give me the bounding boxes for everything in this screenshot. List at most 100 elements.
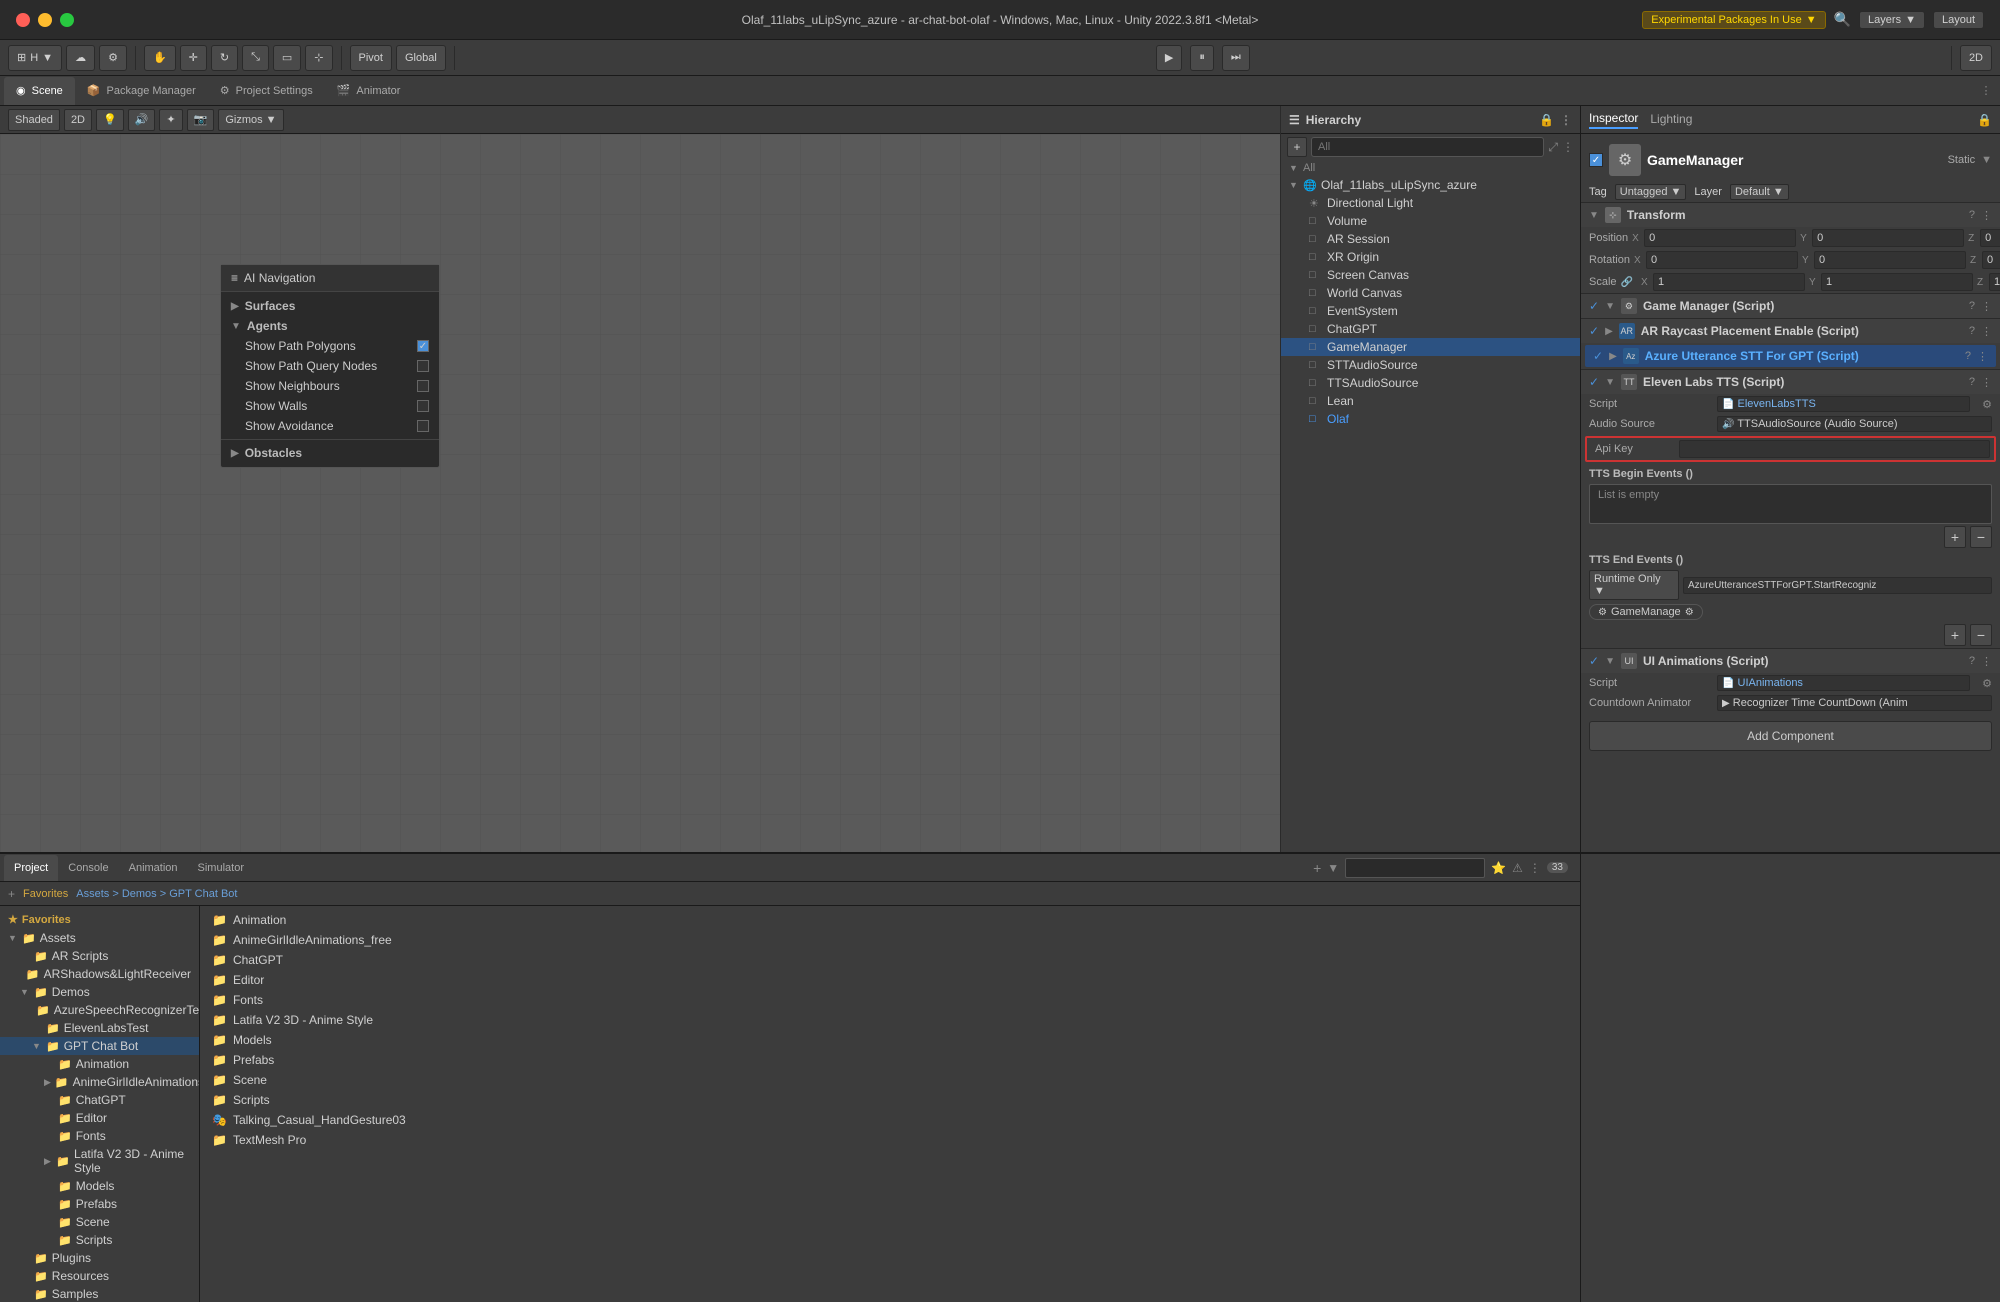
- tab-simulator[interactable]: Simulator: [188, 855, 254, 881]
- path-query-check[interactable]: [417, 360, 429, 372]
- h-item-chatgpt[interactable]: □ ChatGPT: [1281, 320, 1580, 338]
- pf-prefabs[interactable]: 📁 Prefabs: [204, 1050, 1576, 1070]
- pt-latifa[interactable]: ▶ 📁 Latifa V2 3D - Anime Style: [0, 1145, 199, 1177]
- pt-samples[interactable]: 📁 Samples: [0, 1285, 199, 1302]
- alert-icon[interactable]: ⚠: [1512, 861, 1523, 875]
- tab-package-manager[interactable]: 📦 Package Manager: [75, 77, 208, 105]
- pause-btn[interactable]: ⏸: [1190, 45, 1214, 71]
- ai-nav-surfaces[interactable]: ▶ Surfaces: [221, 296, 439, 316]
- pf-scripts[interactable]: 📁 Scripts: [204, 1090, 1576, 1110]
- hierarchy-search[interactable]: [1311, 137, 1544, 157]
- pivot-btn[interactable]: Pivot: [350, 45, 392, 71]
- tts-end-remove-btn[interactable]: −: [1970, 624, 1992, 646]
- ai-nav-dropdown[interactable]: ≡ AI Navigation ▶ Surfaces ▼ Agents Show…: [220, 264, 440, 468]
- tab-console[interactable]: Console: [58, 855, 118, 881]
- h-item-ar-session[interactable]: □ AR Session: [1281, 230, 1580, 248]
- position-y[interactable]: [1812, 229, 1964, 247]
- pf-animation[interactable]: 📁 Animation: [204, 910, 1576, 930]
- tag-dropdown[interactable]: Untagged ▼: [1615, 184, 1687, 200]
- layers-button[interactable]: Layers ▼: [1859, 11, 1925, 29]
- game-manager-chip[interactable]: ⚙ GameManage ⚙: [1589, 604, 1703, 620]
- tab-animator[interactable]: 🎬 Animator: [325, 77, 413, 105]
- pf-editor[interactable]: 📁 Editor: [204, 970, 1576, 990]
- hierarchy-lock-icon[interactable]: 🔒: [1539, 113, 1554, 127]
- pt-arshadows[interactable]: 📁 ARShadows&LightReceiver: [0, 965, 199, 983]
- pt-scripts[interactable]: 📁 Scripts: [0, 1231, 199, 1249]
- pt-fonts[interactable]: 📁 Fonts: [0, 1127, 199, 1145]
- gizmos-btn[interactable]: Gizmos ▼: [218, 109, 283, 131]
- h-item-world-canvas[interactable]: □ World Canvas: [1281, 284, 1580, 302]
- eleven-labs-component[interactable]: ✓ ▼ TT Eleven Labs TTS (Script) ? ⋮: [1581, 369, 2000, 394]
- inspector-tab-lighting[interactable]: Lighting: [1650, 112, 1692, 128]
- rect-tool[interactable]: ▭: [273, 45, 301, 71]
- 2d-view-btn[interactable]: 2D: [64, 109, 92, 131]
- layer-dropdown[interactable]: Default ▼: [1730, 184, 1789, 200]
- pt-chatgpt[interactable]: 📁 ChatGPT: [0, 1091, 199, 1109]
- experimental-packages-btn[interactable]: Experimental Packages In Use ▼: [1642, 11, 1825, 29]
- ai-nav-show-path-polygons[interactable]: Show Path Polygons ✓: [221, 336, 439, 356]
- maximize-btn[interactable]: [60, 13, 74, 27]
- audio-source-value[interactable]: 🔊 TTSAudioSource (Audio Source): [1717, 416, 1992, 432]
- 2d-btn[interactable]: 2D: [1960, 45, 1992, 71]
- transform-tool[interactable]: ⊹: [305, 45, 332, 71]
- gm-settings-icon[interactable]: ⋮: [1981, 300, 1992, 313]
- h-item-sttaudio[interactable]: □ STTAudioSource: [1281, 356, 1580, 374]
- play-btn[interactable]: ▶: [1156, 45, 1182, 71]
- pt-resources[interactable]: 📁 Resources: [0, 1267, 199, 1285]
- h-item-eventsystem[interactable]: □ EventSystem: [1281, 302, 1580, 320]
- ai-nav-show-avoidance[interactable]: Show Avoidance: [221, 416, 439, 436]
- transform-component-header[interactable]: ▼ ⊹ Transform ? ⋮: [1581, 202, 2000, 227]
- runtime-dropdown[interactable]: Runtime Only ▼: [1589, 570, 1679, 600]
- tts-begin-add-btn[interactable]: +: [1944, 526, 1966, 548]
- cloud-btn[interactable]: ☁: [66, 45, 95, 71]
- rotation-z[interactable]: [1982, 251, 2000, 269]
- close-btn[interactable]: [16, 13, 30, 27]
- pf-scene[interactable]: 📁 Scene: [204, 1070, 1576, 1090]
- pt-ar-scripts[interactable]: 📁 AR Scripts: [0, 947, 199, 965]
- scale-tool[interactable]: ⤡: [242, 45, 269, 71]
- neighbours-check[interactable]: [417, 380, 429, 392]
- inspector-tab-inspector[interactable]: Inspector: [1589, 111, 1638, 129]
- ui-help-icon[interactable]: ?: [1969, 655, 1975, 667]
- pt-animation[interactable]: 📁 Animation: [0, 1055, 199, 1073]
- pt-models[interactable]: 📁 Models: [0, 1177, 199, 1195]
- pt-scene[interactable]: 📁 Scene: [0, 1213, 199, 1231]
- global-btn[interactable]: Global: [396, 45, 446, 71]
- h-item-screen-canvas[interactable]: □ Screen Canvas: [1281, 266, 1580, 284]
- scene-cam-btn[interactable]: 📷: [187, 109, 215, 131]
- rotation-y[interactable]: [1814, 251, 1966, 269]
- settings-icon-btn[interactable]: ⚙: [99, 45, 127, 71]
- azure-help-icon[interactable]: ?: [1965, 350, 1971, 362]
- more-icon[interactable]: ⋮: [1562, 140, 1574, 154]
- filter-icon[interactable]: ▼: [1327, 861, 1339, 875]
- azure-component-row[interactable]: ✓ ▶ Az Azure Utterance STT For GPT (Scri…: [1585, 345, 1996, 367]
- audio-btn[interactable]: 🔊: [128, 109, 156, 131]
- tts-help-icon[interactable]: ?: [1969, 376, 1975, 388]
- minimize-btn[interactable]: [38, 13, 52, 27]
- h-item-xr-origin[interactable]: □ XR Origin: [1281, 248, 1580, 266]
- ui-anim-component[interactable]: ✓ ▼ UI UI Animations (Script) ? ⋮: [1581, 648, 2000, 673]
- game-manager-component[interactable]: ✓ ▼ ⚙ Game Manager (Script) ? ⋮: [1581, 293, 2000, 318]
- ar-help-icon[interactable]: ?: [1969, 325, 1975, 337]
- ai-nav-show-neighbours[interactable]: Show Neighbours: [221, 376, 439, 396]
- api-key-input[interactable]: [1679, 440, 1990, 458]
- avoidance-check[interactable]: [417, 420, 429, 432]
- pt-elevenlabs[interactable]: 📁 ElevenLabsTest: [0, 1019, 199, 1037]
- pt-prefabs[interactable]: 📁 Prefabs: [0, 1195, 199, 1213]
- pf-fonts[interactable]: 📁 Fonts: [204, 990, 1576, 1010]
- pf-textmesh[interactable]: 📁 TextMesh Pro: [204, 1130, 1576, 1150]
- tts-end-add-btn[interactable]: +: [1944, 624, 1966, 646]
- ui-script-value[interactable]: 📄 UIAnimations: [1717, 675, 1970, 691]
- ai-nav-agents[interactable]: ▼ Agents: [221, 316, 439, 336]
- ar-settings-icon[interactable]: ⋮: [1981, 325, 1992, 338]
- ai-nav-show-path-query-nodes[interactable]: Show Path Query Nodes: [221, 356, 439, 376]
- static-arrow[interactable]: ▼: [1981, 154, 1992, 166]
- pt-plugins[interactable]: 📁 Plugins: [0, 1249, 199, 1267]
- add-component-btn[interactable]: Add Component: [1589, 721, 1992, 751]
- h-item-lean[interactable]: □ Lean: [1281, 392, 1580, 410]
- breadcrumb[interactable]: Assets > Demos > GPT Chat Bot: [76, 888, 237, 900]
- hierarchy-more-icon[interactable]: ⋮: [1560, 113, 1572, 127]
- tab-more-btn[interactable]: ⋮: [1976, 84, 1996, 97]
- project-search[interactable]: [1345, 858, 1485, 878]
- position-z[interactable]: [1980, 229, 2000, 247]
